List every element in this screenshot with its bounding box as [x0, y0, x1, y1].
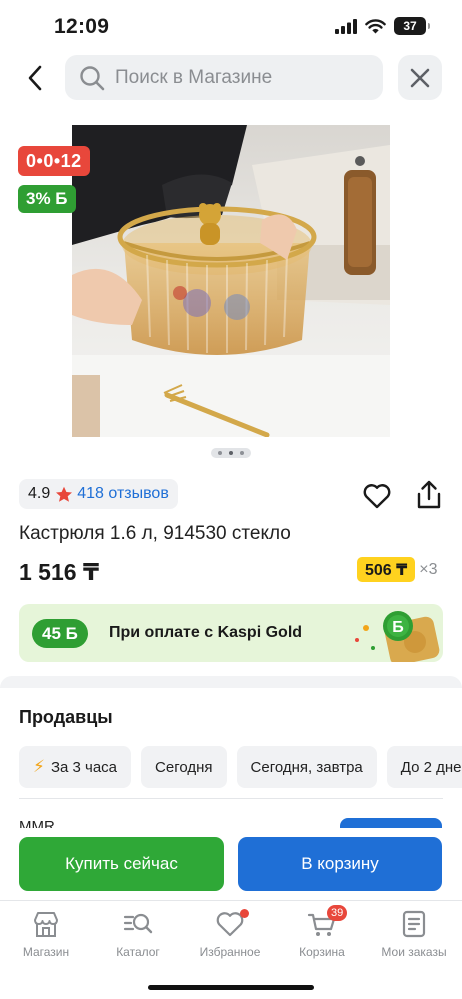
status-bar: 12:09 37 [0, 0, 462, 52]
search-box[interactable] [65, 55, 383, 100]
star-icon [56, 486, 73, 502]
cart-count-badge: 39 [327, 905, 348, 921]
status-time: 12:09 [54, 15, 110, 38]
pager-dot [218, 451, 222, 455]
delivery-filter-row: ⚡ За 3 часа Сегодня Сегодня, завтра До 2… [19, 746, 462, 788]
rating-value: 4.9 [28, 485, 51, 502]
chip-label: До 2 дней [400, 758, 462, 776]
product-photo-glass-pot [72, 125, 390, 437]
add-to-cart-button[interactable]: В корзину [238, 837, 442, 891]
product-title: Кастрюля 1.6 л, 914530 стекло [19, 523, 291, 544]
image-pager [211, 448, 251, 458]
heart-icon [363, 484, 391, 509]
delivery-chip-today-tomorrow[interactable]: Сегодня, завтра [236, 746, 377, 788]
share-button[interactable] [415, 480, 443, 510]
chip-label: За 3 часа [50, 758, 118, 776]
rating-pill[interactable]: 4.9 418 отзывов [19, 479, 178, 509]
notification-dot [240, 909, 249, 918]
action-bar: Купить сейчас В корзину [0, 828, 462, 900]
tab-catalog[interactable]: Каталог [92, 909, 184, 969]
installment-amount: 506 ₸ [357, 557, 416, 582]
cart-icon: 39 [307, 905, 348, 939]
installment-info: 506 ₸ ×3 [357, 557, 438, 582]
favorite-button[interactable] [362, 482, 392, 510]
orders-icon [399, 909, 429, 939]
chevron-left-icon [28, 65, 42, 91]
signal-icon [335, 18, 357, 34]
tab-store[interactable]: Магазин [0, 909, 92, 969]
chip-label: Сегодня [155, 758, 213, 776]
tab-label: Мои заказы [381, 945, 447, 959]
delivery-chip-3-hours[interactable]: ⚡ За 3 часа [19, 746, 132, 788]
delivery-chip-today[interactable]: Сегодня [141, 746, 227, 788]
pager-dot-active [229, 451, 233, 455]
product-image[interactable] [72, 125, 390, 437]
section-divider [0, 676, 462, 688]
tab-favorites[interactable]: Избранное [184, 909, 276, 969]
tab-label: Корзина [299, 945, 345, 959]
pager-dot [240, 451, 244, 455]
battery-level: 37 [403, 19, 417, 33]
bonus-coin-card-icon: Б [355, 611, 440, 662]
close-button[interactable] [398, 55, 442, 100]
product-price: 1 516 ₸ [19, 559, 99, 585]
buy-now-button[interactable]: Купить сейчас [19, 837, 224, 891]
search-icon [80, 65, 105, 90]
chip-label: Сегодня, завтра [250, 758, 363, 776]
close-icon [410, 68, 430, 87]
store-icon [31, 909, 61, 939]
gold-bonus-pill: 45 Б [32, 619, 88, 648]
status-icons: 37 [335, 17, 430, 35]
tab-label: Каталог [116, 945, 160, 959]
reviews-link: 418 отзывов [77, 485, 169, 502]
divider-line [19, 798, 443, 799]
installment-months: ×3 [419, 560, 438, 578]
bonus-badge: 3% Б [18, 185, 76, 213]
battery-icon: 37 [394, 17, 430, 35]
tab-cart[interactable]: 39 Корзина [276, 905, 368, 969]
tab-label: Магазин [22, 945, 70, 959]
home-indicator [148, 985, 314, 990]
lightning-icon: ⚡ [33, 757, 45, 776]
tab-my-orders[interactable]: Мои заказы [368, 909, 460, 969]
kaspi-gold-banner[interactable]: 45 Б При оплате с Kaspi Gold Б [19, 604, 443, 662]
installment-promo-badge: 0•0•12 [18, 146, 90, 176]
search-input[interactable] [115, 66, 355, 89]
search-header [0, 55, 462, 101]
heart-icon [215, 909, 249, 939]
delivery-chip-2-days[interactable]: До 2 дней [386, 746, 462, 788]
back-button[interactable] [20, 61, 50, 95]
sellers-heading: Продавцы [19, 707, 113, 727]
catalog-search-icon [123, 909, 153, 939]
wifi-icon [365, 18, 386, 33]
svg-text:Б: Б [392, 619, 404, 636]
tab-label: Избранное [199, 945, 261, 959]
gold-banner-text: При оплате с Kaspi Gold [109, 624, 303, 641]
share-icon [417, 480, 441, 509]
